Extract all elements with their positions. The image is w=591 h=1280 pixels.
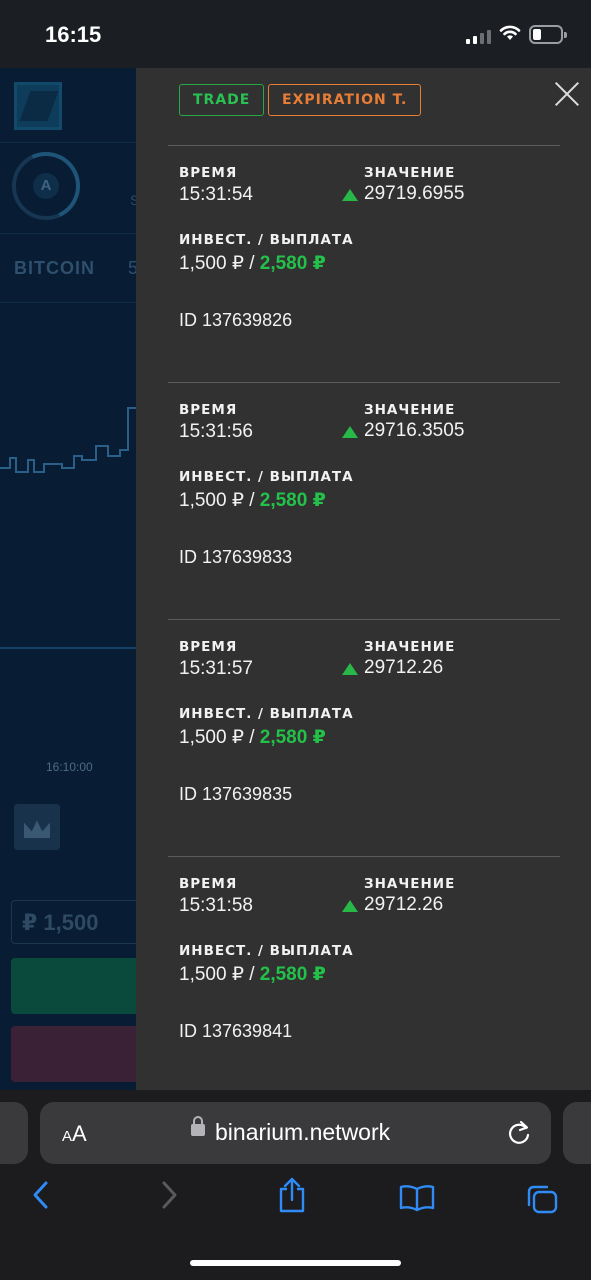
aa-small: A (62, 1128, 73, 1145)
down-button[interactable] (11, 1026, 136, 1082)
trade-card: ВРЕМЯ 15:31:57 ЗНАЧЕНИЕ 29712.26 ИНВЕСТ.… (168, 619, 560, 856)
amount-input[interactable]: ₽ 1,500 (11, 900, 136, 944)
aa-big: A (72, 1121, 87, 1146)
value-label: ЗНАЧЕНИЕ (364, 402, 456, 418)
trade-card: ВРЕМЯ 15:31:54 ЗНАЧЕНИЕ 29719.6955 ИНВЕС… (168, 145, 560, 382)
amount-value: ₽ 1,500 (22, 910, 99, 935)
arrow-up-icon (342, 899, 358, 912)
next-tab-peek[interactable] (563, 1102, 591, 1164)
invest-amount: 1,500 ₽ (179, 490, 244, 511)
trade-value-group: 29712.26 (342, 657, 443, 679)
status-time: 16:15 (45, 22, 102, 47)
browser-toolbar: AA binarium.network (0, 1090, 591, 1280)
forward-icon[interactable] (158, 1180, 180, 1210)
address-bar[interactable]: AA binarium.network (40, 1102, 551, 1164)
invest-payout: 1,500 ₽ / 2,580 ₽ (179, 489, 326, 512)
price-chart (0, 407, 136, 649)
trade-time: 15:31:54 (179, 184, 253, 205)
divider (0, 142, 136, 143)
trades-panel: TRADE EXPIRATION T. ВРЕМЯ 15:31:54 ЗНАЧЕ… (136, 68, 591, 1090)
tab-trade[interactable]: TRADE (179, 84, 265, 116)
invest-label: ИНВЕСТ. / ВЫПЛАТА (179, 469, 354, 485)
time-label: ВРЕМЯ (179, 402, 238, 418)
trade-time: 15:31:56 (179, 421, 253, 442)
invest-payout: 1,500 ₽ / 2,580 ₽ (179, 963, 326, 986)
asset-fragment: 5 (128, 258, 136, 278)
invest-label: ИНВЕСТ. / ВЫПЛАТА (179, 706, 354, 722)
divider (0, 233, 136, 234)
asset-name[interactable]: BITCOIN (14, 258, 95, 279)
separator: / (243, 253, 260, 274)
cellular-signal-icon (466, 28, 491, 44)
share-icon[interactable] (277, 1176, 307, 1214)
invest-payout: 1,500 ₽ / 2,580 ₽ (179, 726, 326, 749)
time-label: ВРЕМЯ (179, 639, 238, 655)
arrow-up-icon (342, 662, 358, 675)
home-indicator[interactable] (190, 1260, 401, 1266)
time-label: ВРЕМЯ (179, 876, 238, 892)
trade-time: 15:31:57 (179, 658, 253, 679)
value-label: ЗНАЧЕНИЕ (364, 639, 456, 655)
chart-time-label: 16:10:00 (46, 760, 93, 774)
battery-icon (529, 25, 567, 44)
trade-value: 29712.26 (364, 894, 444, 915)
background-app: A S BITCOIN 5 16:10:00 ₽ 1,500 (0, 68, 136, 1090)
tabs-icon[interactable] (525, 1183, 561, 1217)
invest-payout: 1,500 ₽ / 2,580 ₽ (179, 252, 326, 275)
trade-value: 29719.6955 (364, 183, 465, 204)
separator: / (243, 490, 260, 511)
separator: / (243, 964, 260, 985)
url-text: binarium.network (215, 1119, 391, 1145)
lock-icon (191, 1116, 205, 1136)
value-label: ЗНАЧЕНИЕ (364, 165, 456, 181)
invest-label: ИНВЕСТ. / ВЫПЛАТА (179, 943, 354, 959)
trade-time: 15:31:58 (179, 895, 253, 916)
trade-id: ID 137639835 (179, 784, 293, 804)
arrow-up-icon (342, 425, 358, 438)
bookmarks-icon[interactable] (398, 1184, 436, 1212)
reload-icon[interactable] (506, 1119, 532, 1147)
invest-label: ИНВЕСТ. / ВЫПЛАТА (179, 232, 354, 248)
avatar-letter: A (33, 173, 59, 199)
trade-id: ID 137639833 (179, 547, 293, 567)
time-label: ВРЕМЯ (179, 165, 238, 181)
payout-amount: 2,580 ₽ (259, 490, 326, 511)
divider (0, 302, 136, 303)
trade-value-group: 29716.3505 (342, 420, 464, 442)
trade-value-group: 29719.6955 (342, 183, 464, 205)
app-logo[interactable] (14, 82, 62, 130)
previous-tab-peek[interactable] (0, 1102, 28, 1164)
separator: / (243, 727, 260, 748)
value-label: ЗНАЧЕНИЕ (364, 876, 456, 892)
arrow-up-icon (342, 188, 358, 201)
payout-amount: 2,580 ₽ (259, 964, 326, 985)
invest-amount: 1,500 ₽ (179, 727, 244, 748)
trade-card: ВРЕМЯ 15:31:58 ЗНАЧЕНИЕ 29712.26 ИНВЕСТ.… (168, 856, 560, 1093)
trade-value: 29716.3505 (364, 420, 465, 441)
status-bar: 16:15 (0, 0, 591, 68)
invest-amount: 1,500 ₽ (179, 964, 244, 985)
wifi-icon (499, 25, 521, 40)
chart-type-button[interactable] (14, 804, 60, 850)
tab-expiration[interactable]: EXPIRATION T. (268, 84, 422, 116)
trade-value: 29712.26 (364, 657, 444, 678)
back-icon[interactable] (30, 1180, 52, 1210)
trade-id: ID 137639826 (179, 310, 293, 330)
close-icon[interactable] (553, 80, 581, 108)
up-button[interactable] (11, 958, 136, 1014)
payout-amount: 2,580 ₽ (259, 253, 326, 274)
trade-id: ID 137639841 (179, 1021, 293, 1041)
reader-settings-button[interactable]: AA (62, 1121, 87, 1147)
invest-amount: 1,500 ₽ (179, 253, 244, 274)
trade-value-group: 29712.26 (342, 894, 443, 916)
payout-amount: 2,580 ₽ (259, 727, 326, 748)
trade-card: ВРЕМЯ 15:31:56 ЗНАЧЕНИЕ 29716.3505 ИНВЕС… (168, 382, 560, 619)
